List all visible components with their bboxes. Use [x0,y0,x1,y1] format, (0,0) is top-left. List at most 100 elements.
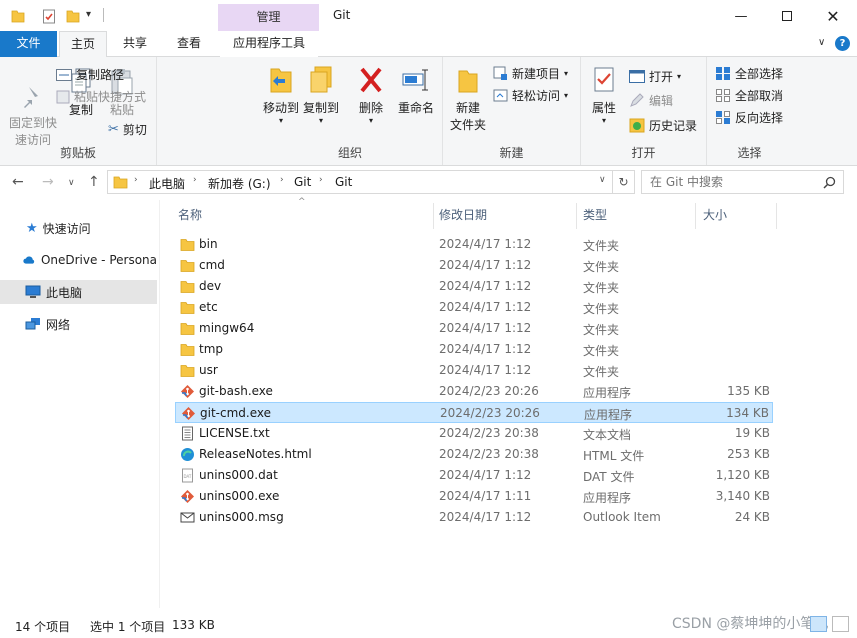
selection-count: 选中 1 个项目 [90,620,166,634]
column-header-size[interactable]: 大小 [703,206,727,223]
rename-button[interactable]: 重命名 [394,65,438,117]
open-button[interactable]: 打开 ▾ [629,68,681,85]
move-to-dropdown-icon: ▾ [278,116,283,125]
sidebar-item-network[interactable]: 网络 [0,312,157,336]
search-icon[interactable] [823,176,836,189]
table-row[interactable]: usr 2024/4/17 1:12 文件夹 [175,360,773,381]
table-row[interactable]: git-cmd.exe 2024/2/23 20:26 应用程序 134 KB [175,402,773,423]
copy-path-button[interactable]: 复制路径 [56,66,124,83]
column-header-type[interactable]: 类型 [583,206,607,223]
sidebar-item-label: OneDrive - Persona [40,253,157,267]
file-type: Outlook Item [583,510,661,524]
breadcrumb-chevron-icon[interactable]: › [134,175,138,185]
select-none-icon [716,89,730,102]
table-row[interactable]: unins000.msg 2024/4/17 1:12 Outlook Item 24… [175,507,773,528]
sidebar-item-this-pc[interactable]: 此电脑 [0,280,157,304]
edit-button[interactable]: 编辑 [629,92,673,109]
breadcrumb-chevron-icon[interactable]: › [193,175,197,185]
breadcrumb-git-current[interactable]: Git [335,175,352,189]
maximize-button[interactable] [764,0,810,32]
item-count: 14 个项目 [15,620,71,634]
address-bar[interactable]: › 此电脑 › 新加卷 (G:) › Git › Git ∨ [107,170,613,194]
table-row[interactable]: mingw64 2024/4/17 1:12 文件夹 [175,318,773,339]
ribbon-tabs: 文件 主页 共享 查看 应用程序工具 ∨ ? [0,31,857,58]
column-separator[interactable] [695,203,696,229]
copy-to-button[interactable]: 复制到 ▾ [302,65,340,125]
sidebar-item-label: 网络 [46,317,71,332]
tab-home[interactable]: 主页 [59,31,107,58]
properties-label: 属性 [591,101,616,115]
paste-shortcut-button[interactable]: 粘贴快捷方式 [56,88,146,105]
select-all-button[interactable]: 全部选择 [715,65,783,82]
sidebar-item-onedrive[interactable]: OneDrive - Persona [0,248,157,272]
folder-icon [180,258,195,273]
file-type: HTML 文件 [583,449,645,463]
large-icons-view-icon[interactable] [832,616,849,632]
column-separator[interactable] [576,203,577,229]
minimize-button[interactable]: — [718,0,764,32]
table-row[interactable]: dev 2024/4/17 1:12 文件夹 [175,276,773,297]
ribbon: 固定到快 速访问 复制 粘贴 复制路径 粘贴快捷方式 ✂ 剪切 剪贴板 移动到 … [0,57,857,166]
forward-arrow-icon[interactable]: → [42,174,54,190]
new-item-button[interactable]: 新建项目 ▾ [493,65,568,82]
table-row[interactable]: bin 2024/4/17 1:12 文件夹 [175,234,773,255]
table-row[interactable]: tmp 2024/4/17 1:12 文件夹 [175,339,773,360]
details-view-icon[interactable] [810,616,827,632]
cut-label: 剪切 [122,123,147,137]
properties-button[interactable]: 属性 ▾ [587,65,621,125]
cut-button[interactable]: ✂ 剪切 [108,121,147,138]
breadcrumb-this-pc[interactable]: 此电脑 [149,175,185,192]
breadcrumb-drive[interactable]: 新加卷 (G:) [208,175,271,192]
address-history-chevron-icon[interactable]: ∨ [599,175,606,185]
column-separator[interactable] [776,203,777,229]
column-separator[interactable] [433,203,434,229]
recent-locations-chevron-icon[interactable]: ∨ [68,178,75,188]
delete-button[interactable]: 删除 ▾ [354,65,388,125]
tab-app-tools[interactable]: 应用程序工具 [220,31,318,57]
easy-access-button[interactable]: 轻松访问 ▾ [493,87,568,104]
tab-view[interactable]: 查看 [164,31,214,57]
close-icon: ✕ [826,6,840,26]
table-row[interactable]: etc 2024/4/17 1:12 文件夹 [175,297,773,318]
folder-icon [180,363,195,378]
breadcrumb-chevron-icon[interactable]: › [280,175,284,185]
folder-quick-icon[interactable] [11,8,25,24]
properties-quick-icon[interactable] [42,8,56,24]
file-type: 文件夹 [583,281,620,295]
history-button[interactable]: 历史记录 [629,117,697,134]
breadcrumb-chevron-icon[interactable]: › [319,175,323,185]
new-folder-quick-icon[interactable] [66,8,80,24]
file-name: tmp [199,342,224,356]
properties-icon [594,67,614,92]
table-row[interactable]: DAT unins000.dat 2024/4/17 1:12 DAT 文件 1,120… [175,465,773,486]
help-icon[interactable]: ? [835,36,850,51]
tab-share[interactable]: 共享 [112,31,158,57]
expand-ribbon-icon[interactable]: ∨ [818,37,825,48]
search-box[interactable] [641,170,844,194]
select-none-button[interactable]: 全部取消 [715,87,783,104]
close-button[interactable]: ✕ [810,0,856,32]
file-modified: 2024/2/23 20:38 [439,426,539,440]
tab-file[interactable]: 文件 [0,31,57,57]
up-arrow-icon[interactable]: ↑ [88,174,100,190]
table-row[interactable]: ReleaseNotes.html 2024/2/23 20:38 HTML 文件 2… [175,444,773,465]
file-size: 19 KB [734,426,770,440]
table-row[interactable]: unins000.exe 2024/4/17 1:11 应用程序 3,140 KB [175,486,773,507]
column-header-modified[interactable]: 修改日期 [439,206,487,223]
open-group: 属性 ▾ 打开 ▾ 编辑 历史记录 打开 [581,57,707,165]
open-label: 打开 [649,70,674,84]
table-row[interactable]: cmd 2024/4/17 1:12 文件夹 [175,255,773,276]
table-row[interactable]: git-bash.exe 2024/2/23 20:26 应用程序 135 KB [175,381,773,402]
move-to-button[interactable]: 移动到 ▾ [262,65,300,125]
customize-qat-chevron-icon[interactable]: ▾ [86,9,91,20]
search-input[interactable] [650,174,815,190]
new-folder-button[interactable]: 新建 文件夹 [447,65,489,134]
column-header-name[interactable]: 名称 [178,206,202,223]
refresh-button[interactable]: ↻ [613,170,635,194]
invert-selection-button[interactable]: 反向选择 [715,109,783,126]
sidebar-item-quick-access[interactable]: ★ 快速访问 [0,216,157,240]
csdn-watermark: CSDN @蔡坤坤的小笔记 [672,616,829,632]
table-row[interactable]: LICENSE.txt 2024/2/23 20:38 文本文档 19 KB [175,423,773,444]
back-arrow-icon[interactable]: ← [12,174,24,190]
breadcrumb-git-parent[interactable]: Git [294,175,311,189]
